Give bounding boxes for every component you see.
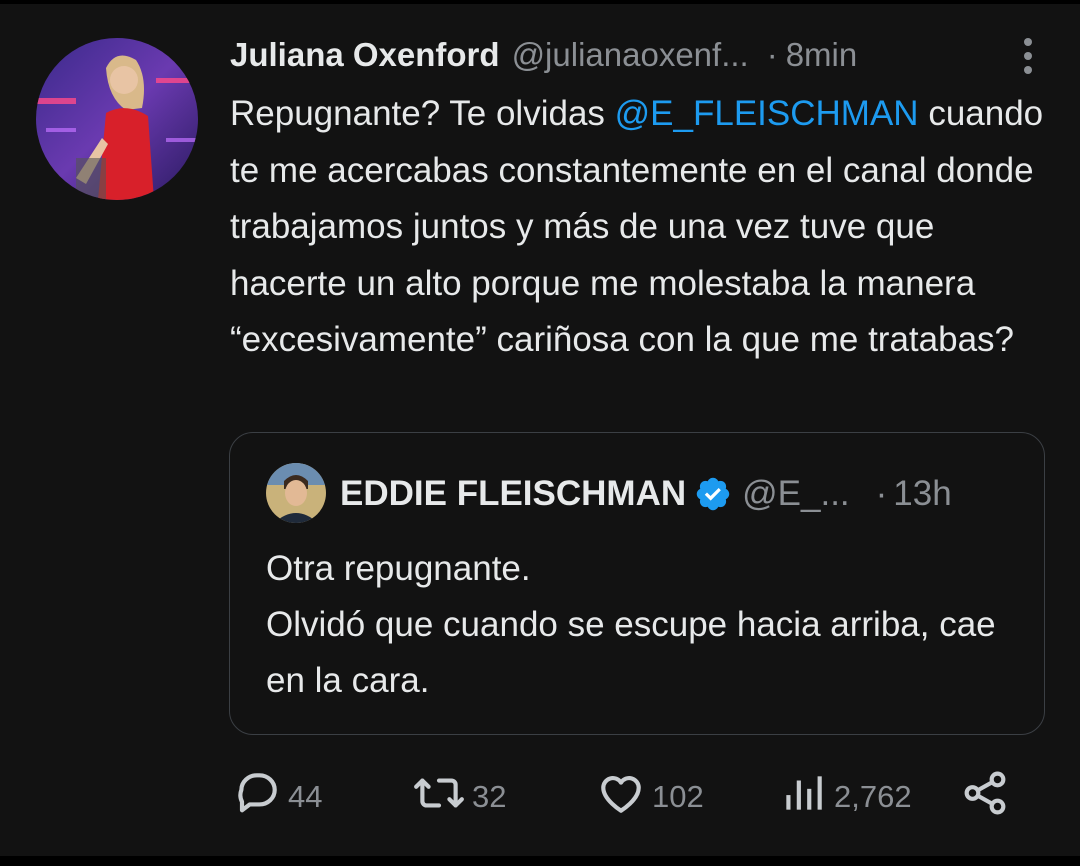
separator-dot: · <box>766 36 778 73</box>
reply-icon <box>232 768 288 826</box>
share-icon <box>960 768 1016 826</box>
author-handle[interactable]: @julianaoxenf... <box>512 36 749 74</box>
tweet-header: Juliana Oxenford @julianaoxenf... · 8min <box>230 30 1030 80</box>
tweet-card: Juliana Oxenford @julianaoxenf... · 8min… <box>0 0 1080 866</box>
views-icon <box>778 768 834 826</box>
quoted-author-handle: @E_... <box>742 474 850 513</box>
author-name[interactable]: Juliana Oxenford <box>230 36 500 74</box>
retweet-count: 32 <box>472 779 507 814</box>
retweet-icon <box>412 768 472 826</box>
quoted-text: Otra repugnante. Olvidó que cuando se es… <box>266 541 1026 709</box>
like-icon <box>596 768 652 826</box>
views-button[interactable]: 2,762 <box>778 772 912 822</box>
quoted-author-avatar[interactable] <box>266 463 326 523</box>
retweet-button[interactable]: 32 <box>412 772 506 822</box>
quoted-timestamp: 13h <box>893 474 952 513</box>
action-bar: 44 32 102 2,762 <box>230 771 1050 822</box>
views-count: 2,762 <box>834 779 912 814</box>
tweet-text: Repugnante? Te olvidas @E_FLEISCHMAN cua… <box>230 86 1060 369</box>
reply-button[interactable]: 44 <box>232 772 322 822</box>
quoted-tweet[interactable]: EDDIE FLEISCHMAN @E_... · 13h Otra repug… <box>229 432 1045 735</box>
like-count: 102 <box>652 779 704 814</box>
tweet-text-rest: cuando te me acercabas constantemente en… <box>230 94 1044 359</box>
tweet-timestamp[interactable]: 8min <box>786 36 858 74</box>
quoted-separator-dot: · <box>875 474 888 513</box>
mention-link[interactable]: @E_FLEISCHMAN <box>615 94 919 133</box>
quoted-text-line: Olvidó que cuando se escupe hacia arriba… <box>266 605 996 700</box>
quoted-header: EDDIE FLEISCHMAN @E_... · 13h <box>340 469 1014 519</box>
quoted-text-line: Otra repugnante. <box>266 549 531 588</box>
tweet-text-start: Repugnante? Te olvidas <box>230 94 615 133</box>
share-button[interactable] <box>960 771 1016 822</box>
like-button[interactable]: 102 <box>596 772 704 822</box>
reply-count: 44 <box>288 779 323 814</box>
more-icon[interactable] <box>1016 34 1040 78</box>
verified-icon <box>694 475 732 513</box>
quoted-author-name: EDDIE FLEISCHMAN <box>340 474 687 513</box>
author-avatar[interactable] <box>36 38 198 200</box>
